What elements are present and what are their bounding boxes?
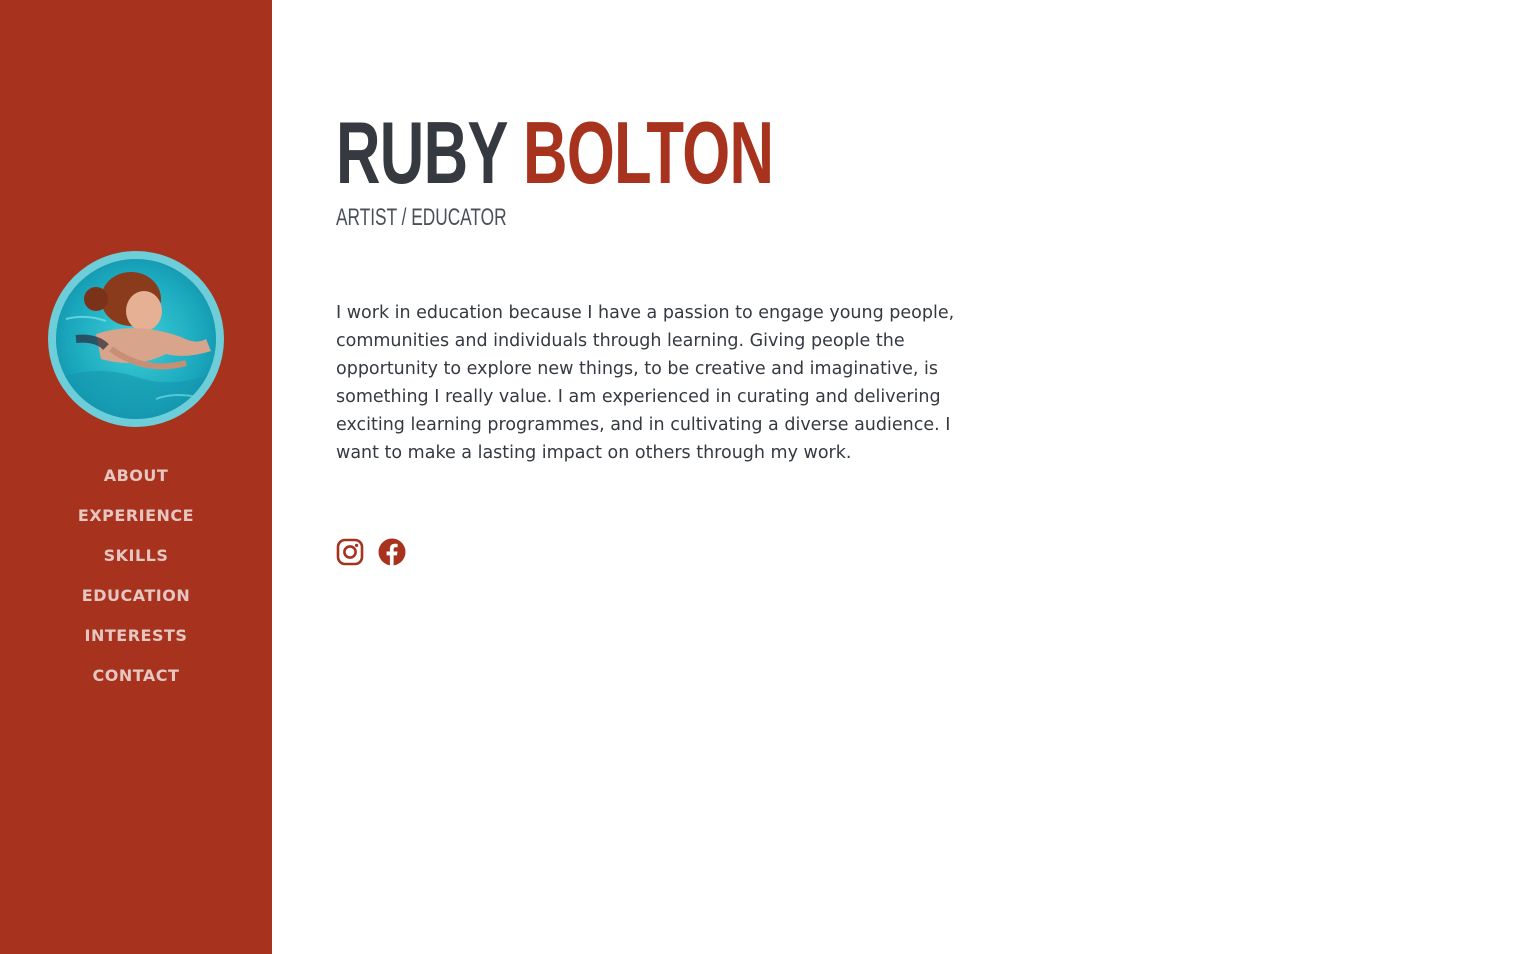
nav-link-experience[interactable]: EXPERIENCE (78, 506, 194, 525)
social-links (336, 538, 406, 566)
nav-link-education[interactable]: EDUCATION (82, 586, 190, 605)
instagram-link[interactable] (336, 538, 364, 566)
sidebar: ABOUT EXPERIENCE SKILLS EDUCATION INTERE… (0, 0, 272, 954)
nav-link-interests[interactable]: INTERESTS (85, 626, 188, 645)
nav-item-experience: EXPERIENCE (0, 503, 272, 543)
facebook-icon (378, 538, 406, 566)
instagram-icon (336, 538, 364, 566)
nav-link-contact[interactable]: CONTACT (93, 666, 180, 685)
profile-avatar (48, 251, 224, 427)
subtitle: ARTIST / EDUCATOR (336, 204, 507, 231)
nav-item-education: EDUCATION (0, 583, 272, 623)
nav-item-about: ABOUT (0, 463, 272, 503)
nav-item-contact: CONTACT (0, 663, 272, 703)
bio-text: I work in education because I have a pas… (336, 303, 955, 463)
nav-link-about[interactable]: ABOUT (104, 466, 169, 485)
nav-link-skills[interactable]: SKILLS (104, 546, 169, 565)
nav-item-skills: SKILLS (0, 543, 272, 583)
profile-photo (56, 259, 216, 419)
last-name: BOLTON (523, 103, 774, 202)
facebook-link[interactable] (378, 538, 406, 566)
page-title: RUBY BOLTON (336, 103, 774, 203)
nav-item-interests: INTERESTS (0, 623, 272, 663)
side-nav: ABOUT EXPERIENCE SKILLS EDUCATION INTERE… (0, 463, 272, 703)
first-name: RUBY (336, 103, 507, 202)
